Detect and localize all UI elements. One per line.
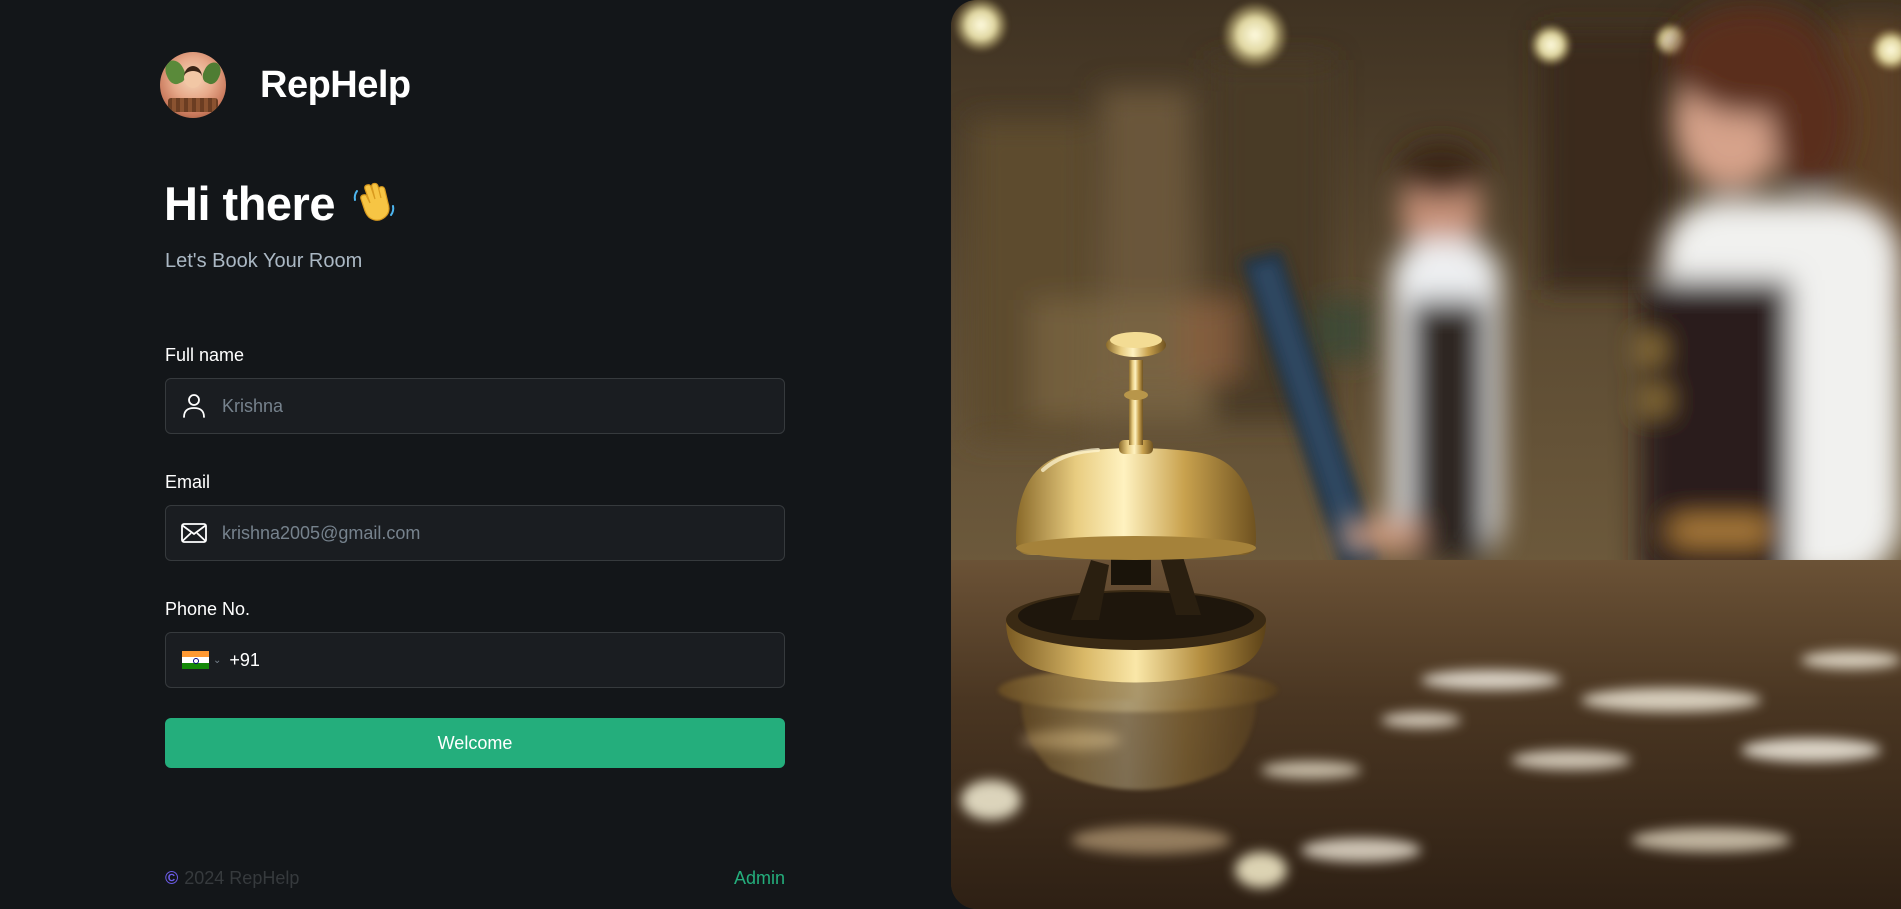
form-panel: RepHelp Hi there Let's Book Your Room Fu… [0, 0, 951, 909]
envelope-icon [166, 506, 222, 560]
page-subtitle: Let's Book Your Room [165, 250, 363, 272]
phone-input[interactable] [263, 633, 784, 687]
waving-hand-icon [351, 181, 397, 227]
chevron-down-icon: ⌄ [213, 654, 222, 666]
welcome-button[interactable]: Welcome [165, 718, 785, 768]
phone-label: Phone No. [165, 599, 251, 619]
dial-code: +91 [229, 649, 260, 670]
country-selector[interactable]: ⌄ [182, 633, 221, 687]
login-page: RepHelp Hi there Let's Book Your Room Fu… [0, 0, 1901, 909]
email-field[interactable] [165, 505, 785, 561]
hotel-reception-bell-photo [951, 0, 1901, 909]
email-label: Email [165, 472, 211, 492]
copyright-icon: © [165, 868, 179, 888]
receptionist-avatar-icon [160, 52, 226, 118]
user-icon [166, 379, 222, 433]
full-name-field[interactable] [165, 378, 785, 434]
greeting: Hi there [164, 176, 397, 231]
brand-header: RepHelp [160, 52, 411, 118]
full-name-input[interactable] [222, 379, 784, 433]
footer: © 2024 RepHelp Admin [165, 868, 785, 889]
hero-image [951, 0, 1901, 909]
brand-name: RepHelp [260, 63, 411, 106]
page-title: Hi there [164, 177, 336, 230]
phone-field[interactable]: ⌄ +91 [165, 632, 785, 688]
email-input[interactable] [222, 506, 784, 560]
full-name-label: Full name [165, 345, 245, 365]
india-flag-icon [182, 651, 209, 669]
copyright: © 2024 RepHelp [165, 868, 299, 889]
copyright-text: 2024 RepHelp [184, 868, 300, 888]
admin-link[interactable]: Admin [734, 868, 785, 889]
